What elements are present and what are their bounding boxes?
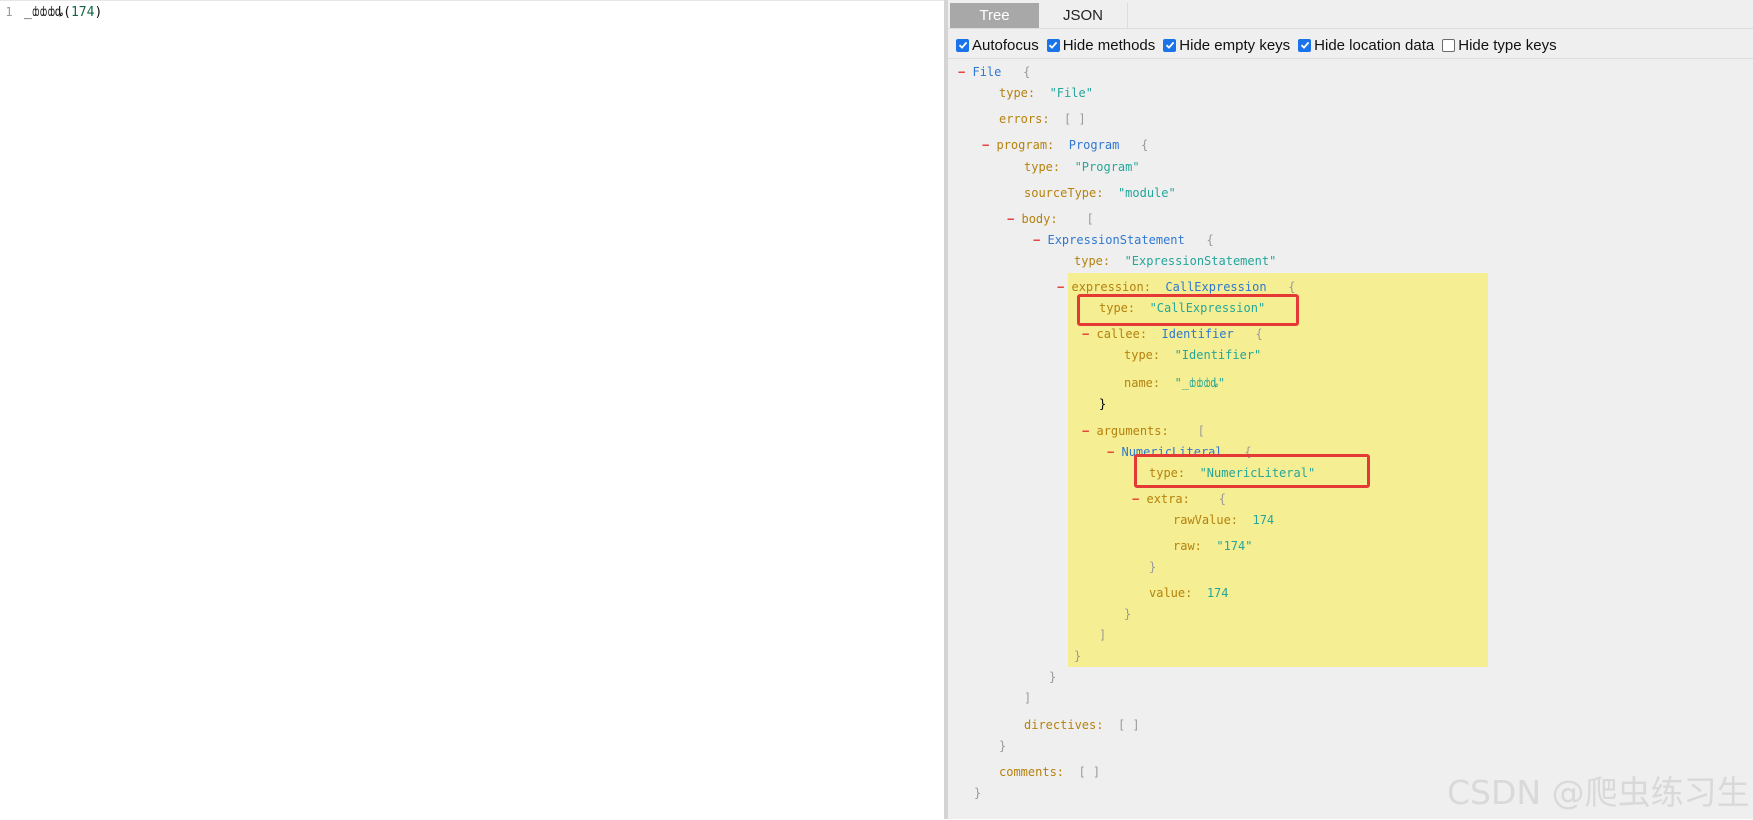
prop-key: sourceType:	[1024, 186, 1104, 200]
prop-key: name:	[1124, 376, 1161, 390]
tree-prop-value: value: 174	[1149, 586, 1229, 600]
tree-prop-rawvalue: rawValue: 174	[1173, 513, 1274, 527]
prop-key: comments:	[999, 765, 1065, 779]
tree-node-extra[interactable]: − extra: {	[1132, 492, 1226, 506]
node-type-name: ExpressionStatement	[1047, 233, 1185, 247]
prop-value: "Identifier"	[1174, 348, 1262, 362]
brace-close: }	[974, 786, 982, 800]
collapse-toggle[interactable]: −	[1132, 492, 1139, 506]
bracket-open: [	[1197, 424, 1205, 438]
brace-close: }	[999, 739, 1007, 753]
brace-open: {	[1288, 280, 1296, 294]
brace-close: }	[1124, 607, 1132, 621]
collapse-toggle[interactable]: −	[982, 138, 989, 152]
tree-node-body[interactable]: − body: [	[1007, 212, 1094, 226]
tree-prop-comments: comments: [ ]	[999, 765, 1100, 779]
collapse-toggle[interactable]: −	[1107, 445, 1114, 459]
prop-key: extra:	[1146, 492, 1190, 506]
prop-value: "_ȸȸȸȡ"	[1174, 376, 1226, 390]
tree-prop-sourcetype: sourceType: "module"	[1024, 186, 1176, 200]
tree-prop-type: type: "ExpressionStatement"	[1074, 254, 1276, 268]
code-editor[interactable]: 1 _ȸȸȸȡ(174)	[0, 0, 944, 820]
tree-prop-directives: directives: [ ]	[1024, 718, 1140, 732]
tree-prop-name: name: "_ȸȸȸȡ"	[1124, 376, 1225, 390]
bracket-open: [	[1086, 212, 1094, 226]
prop-key: errors:	[999, 112, 1050, 126]
tree-node-program[interactable]: − program: Program {	[982, 138, 1148, 152]
brace-open: {	[1023, 65, 1031, 79]
brace-close: }	[1149, 560, 1157, 574]
brace-open: {	[1255, 327, 1263, 341]
tree-prop-raw: raw: "174"	[1173, 539, 1252, 553]
prop-key: directives:	[1024, 718, 1104, 732]
bracket-close: ]	[1099, 628, 1107, 642]
tree-prop-type: type: "Program"	[1024, 160, 1140, 174]
brace-close: }	[1074, 649, 1082, 663]
prop-value: "module"	[1117, 186, 1176, 200]
prop-value: "File"	[1049, 86, 1093, 100]
prop-key: type:	[1124, 348, 1161, 362]
prop-key: raw:	[1173, 539, 1202, 553]
collapse-toggle[interactable]: −	[1033, 233, 1040, 247]
collapse-toggle[interactable]: −	[1082, 327, 1089, 341]
prop-key: program:	[996, 138, 1055, 152]
prop-value: [ ]	[1064, 112, 1086, 126]
ast-panel: Tree JSON Autofocus Hide methods Hide em…	[948, 0, 1753, 819]
prop-key: body:	[1021, 212, 1058, 226]
brace-close: }	[1049, 670, 1057, 684]
prop-key: callee:	[1096, 327, 1148, 341]
brace-open: {	[1218, 492, 1226, 506]
prop-value: "174"	[1216, 539, 1253, 553]
annotation-box-numericliteral	[1134, 454, 1370, 488]
collapse-toggle[interactable]: −	[958, 65, 965, 79]
prop-key: type:	[1074, 254, 1111, 268]
brace-open: {	[1206, 233, 1214, 247]
prop-value: [ ]	[1078, 765, 1101, 779]
tree-prop-errors: errors: [ ]	[999, 112, 1086, 126]
ast-tree: − File { type: "File" errors: [ ] − prog…	[948, 0, 1753, 819]
prop-value: "Program"	[1074, 160, 1140, 174]
tree-node-file[interactable]: − File {	[958, 65, 1030, 79]
code-line[interactable]: _ȸȸȸȡ(174)	[24, 5, 102, 20]
bracket-close: ]	[1024, 691, 1032, 705]
tree-node-expression-statement[interactable]: − ExpressionStatement {	[1033, 233, 1214, 247]
tree-prop-type: type: "Identifier"	[1124, 348, 1261, 362]
tree-node-arguments[interactable]: − arguments: [	[1082, 424, 1205, 438]
code-paren-close: )	[94, 5, 103, 20]
node-type-name: File	[972, 65, 1002, 79]
prop-value: "ExpressionStatement"	[1124, 254, 1277, 268]
node-type-name: Identifier	[1161, 327, 1234, 341]
node-type-name: Program	[1068, 138, 1120, 152]
code-number: 174	[70, 5, 95, 20]
brace-open: {	[1140, 138, 1149, 152]
tree-node-expression[interactable]: − expression: CallExpression {	[1057, 280, 1295, 294]
prop-key: value:	[1149, 586, 1193, 600]
node-type-name: CallExpression	[1165, 280, 1267, 294]
collapse-toggle[interactable]: −	[1082, 424, 1089, 438]
tree-prop-type: type: "File"	[999, 86, 1093, 100]
prop-key: arguments:	[1096, 424, 1169, 438]
prop-key: type:	[999, 86, 1036, 100]
code-paren-open: (	[63, 5, 71, 20]
prop-value: [ ]	[1117, 718, 1140, 732]
line-number: 1	[5, 5, 13, 19]
prop-key: rawValue:	[1173, 513, 1239, 527]
brace-close: }	[1099, 397, 1107, 411]
prop-value: 174	[1206, 586, 1229, 600]
collapse-toggle[interactable]: −	[1057, 280, 1064, 294]
annotation-box-callexpression	[1077, 294, 1299, 326]
prop-value: 174	[1252, 513, 1275, 527]
code-identifier: _ȸȸȸȡ	[24, 5, 64, 20]
prop-key: type:	[1024, 160, 1061, 174]
collapse-toggle[interactable]: −	[1007, 212, 1014, 226]
watermark: CSDN @爬虫练习生	[1447, 773, 1750, 812]
tree-node-callee[interactable]: − callee: Identifier {	[1082, 327, 1263, 341]
prop-key: expression:	[1071, 280, 1151, 294]
